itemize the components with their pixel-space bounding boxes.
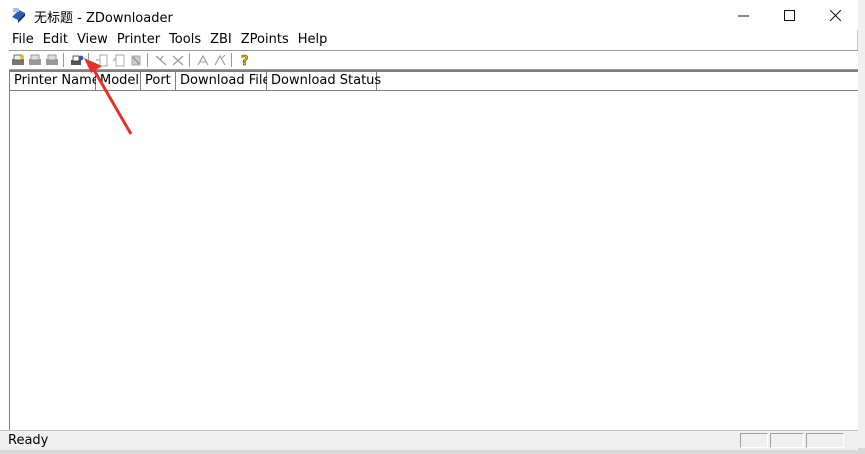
help-button[interactable]: ? bbox=[236, 52, 253, 68]
menu-zbi[interactable]: ZBI bbox=[206, 31, 236, 49]
download-all-button[interactable] bbox=[110, 52, 127, 68]
toolbar-separator bbox=[63, 53, 65, 67]
zdownloader-app-icon bbox=[12, 8, 25, 23]
toolbar-separator bbox=[88, 53, 90, 67]
app-window: 无标题 - ZDownloader File Edit View Printer… bbox=[0, 0, 858, 450]
svg-text:?: ? bbox=[241, 54, 249, 67]
tool-d-icon bbox=[214, 54, 225, 65]
printer-remove-icon bbox=[45, 54, 58, 65]
status-pane bbox=[806, 433, 844, 448]
status-text: Ready bbox=[8, 433, 49, 448]
new-printer-icon bbox=[11, 54, 24, 65]
status-pane bbox=[740, 433, 768, 448]
download-button[interactable] bbox=[93, 52, 110, 68]
list-header: Printer Name Model Port Download File Do… bbox=[10, 72, 858, 91]
tool-c-button[interactable] bbox=[194, 52, 211, 68]
close-button[interactable] bbox=[812, 0, 858, 30]
download-all-icon bbox=[112, 54, 124, 66]
menu-view[interactable]: View bbox=[73, 31, 112, 49]
tool-b-button[interactable] bbox=[169, 52, 186, 68]
tool-a-icon bbox=[155, 55, 166, 65]
minimize-icon bbox=[737, 15, 749, 16]
window-title: 无标题 - ZDownloader bbox=[34, 11, 173, 26]
printer-connect-button[interactable] bbox=[68, 52, 85, 68]
close-icon bbox=[829, 9, 841, 21]
toolbar-separator bbox=[231, 53, 233, 67]
new-printer-button[interactable] bbox=[9, 52, 26, 68]
column-header-port[interactable]: Port bbox=[141, 72, 176, 90]
tool-d-button[interactable] bbox=[211, 52, 228, 68]
status-bar: Ready bbox=[0, 430, 858, 450]
tool-c-icon bbox=[197, 54, 208, 65]
maximize-icon bbox=[783, 9, 795, 21]
menu-bar: File Edit View Printer Tools ZBI ZPoints… bbox=[8, 31, 332, 49]
menu-edit[interactable]: Edit bbox=[39, 31, 72, 49]
column-header-download-status[interactable]: Download Status bbox=[267, 72, 381, 90]
menu-zpoints[interactable]: ZPoints bbox=[237, 31, 293, 49]
printer-settings-icon bbox=[28, 54, 41, 65]
toolbar: ? bbox=[9, 50, 858, 70]
download-icon bbox=[95, 54, 107, 66]
column-header-printer-name[interactable]: Printer Name bbox=[10, 72, 100, 90]
menu-file[interactable]: File bbox=[8, 31, 38, 49]
toolbar-separator bbox=[189, 53, 191, 67]
stop-button[interactable] bbox=[127, 52, 144, 68]
maximize-button[interactable] bbox=[766, 0, 812, 30]
printer-list[interactable]: Printer Name Model Port Download File Do… bbox=[9, 70, 858, 430]
printer-remove-button[interactable] bbox=[43, 52, 60, 68]
printer-connect-icon bbox=[70, 55, 83, 65]
tool-a-button[interactable] bbox=[152, 52, 169, 68]
column-header-download-file[interactable]: Download File bbox=[176, 72, 271, 90]
desktop-background-right bbox=[858, 0, 865, 454]
printer-settings-button[interactable] bbox=[26, 52, 43, 68]
menu-tools[interactable]: Tools bbox=[165, 31, 205, 49]
title-bar: 无标题 - ZDownloader bbox=[0, 0, 858, 30]
tool-b-icon bbox=[172, 55, 183, 65]
column-header-model[interactable]: Model bbox=[96, 72, 141, 90]
minimize-button[interactable] bbox=[720, 0, 766, 30]
menu-help[interactable]: Help bbox=[294, 31, 332, 49]
help-icon: ? bbox=[240, 54, 249, 67]
menu-printer[interactable]: Printer bbox=[113, 31, 164, 49]
status-pane bbox=[770, 433, 804, 448]
stop-icon bbox=[131, 55, 140, 65]
toolbar-separator bbox=[147, 53, 149, 67]
